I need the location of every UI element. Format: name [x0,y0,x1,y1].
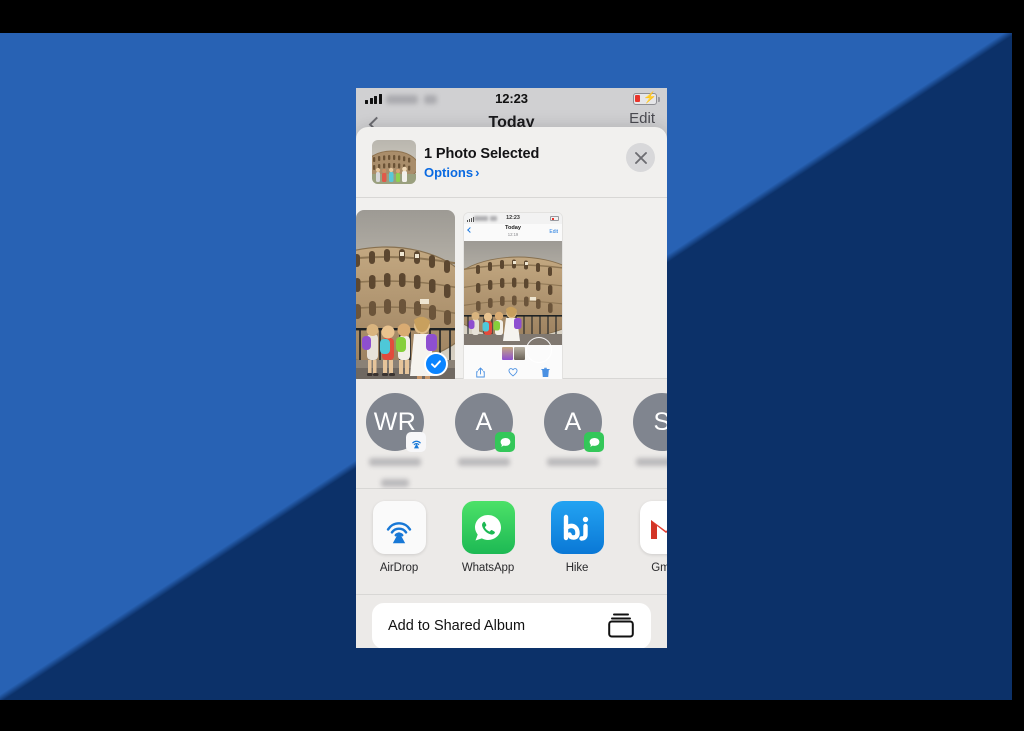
close-button[interactable] [626,143,655,172]
messages-badge-icon [495,432,515,452]
filmstrip-thumb[interactable] [514,347,525,360]
app-item-gmail[interactable]: Gmail [633,501,667,574]
avatar: S [633,393,667,451]
contacts-row: WR A [356,379,667,488]
mini-clock: 12:23 [464,215,562,221]
app-label: Gmail [633,562,667,574]
contact-name-redacted [636,458,667,466]
chevron-right-icon: › [475,165,479,180]
contact-item-3[interactable]: A [540,393,606,476]
mini-battery-icon [550,216,559,221]
app-item-whatsapp[interactable]: WhatsApp [455,501,521,574]
gmail-icon [640,501,668,554]
mini-photo-viewer [464,241,562,345]
heart-icon[interactable] [508,367,518,377]
checkmark-circle-icon [424,352,448,376]
avatar-initials: A [564,408,581,437]
mini-status-bar: 12:23 [464,213,562,224]
photo-item-screenshot[interactable]: 12:23 Today 12:19 Edit [463,212,563,384]
contact-name-redacted [458,458,510,466]
filmstrip-thumb[interactable] [502,347,513,360]
action-label: Add to Shared Album [388,618,525,634]
shared-album-icon [607,612,635,643]
contact-item-2[interactable]: A [451,393,517,476]
action-add-to-shared-album[interactable]: Add to Shared Album [372,603,651,648]
letterbox-top [0,0,1024,33]
contact-item-4[interactable]: S [629,393,667,476]
app-label: Hike [544,562,610,574]
status-clock: 12:23 [356,91,667,106]
app-label: AirDrop [366,562,432,574]
close-icon [634,151,648,165]
photo-preview-strip: 12:23 Today 12:19 Edit [356,198,667,378]
battery-charging-icon: ⚡ [633,93,657,105]
avatar-initials: S [653,408,667,437]
share-sheet: 1 Photo Selected Options› [356,127,667,648]
apps-row: AirDrop WhatsApp [356,489,667,594]
avatar: A [455,393,513,451]
actions-list: Add to Shared Album [356,595,667,648]
airdrop-badge-icon [406,432,426,452]
avatar-initials: A [475,408,492,437]
options-button[interactable]: Options› [424,165,479,180]
letterbox-bottom [0,700,1024,731]
edit-button[interactable]: Edit [629,110,655,127]
messages-badge-icon [584,432,604,452]
app-label: WhatsApp [455,562,521,574]
whatsapp-icon [462,501,515,554]
letterbox-right [1012,0,1024,731]
trash-icon[interactable] [541,367,550,378]
app-item-airdrop[interactable]: AirDrop [366,501,432,574]
mini-nav-bar: Today 12:19 Edit [464,224,562,241]
mini-page-title: Today [464,225,562,231]
contact-item-1[interactable]: WR [362,393,428,497]
app-item-hike[interactable]: Hike [544,501,610,574]
phone-screen: 12:23 ⚡ Today Edit [356,88,667,648]
avatar: A [544,393,602,451]
share-sheet-header: 1 Photo Selected Options› [356,127,667,197]
options-label: Options [424,165,473,180]
mini-page-subtitle: 12:19 [464,232,562,237]
photo-item-colosseum[interactable] [356,210,455,386]
sheet-title: 1 Photo Selected [424,146,539,162]
status-bar: 12:23 ⚡ [356,88,667,110]
avatar: WR [366,393,424,451]
touch-ring-indicator [526,337,552,363]
hike-icon [551,501,604,554]
selected-photo-thumbnail[interactable] [372,140,416,184]
mini-edit-button[interactable]: Edit [549,229,558,235]
contact-sublabel-redacted [381,479,409,487]
airdrop-icon [373,501,426,554]
share-icon[interactable] [476,367,485,378]
contact-name-redacted [369,458,421,466]
contact-name-redacted [547,458,599,466]
